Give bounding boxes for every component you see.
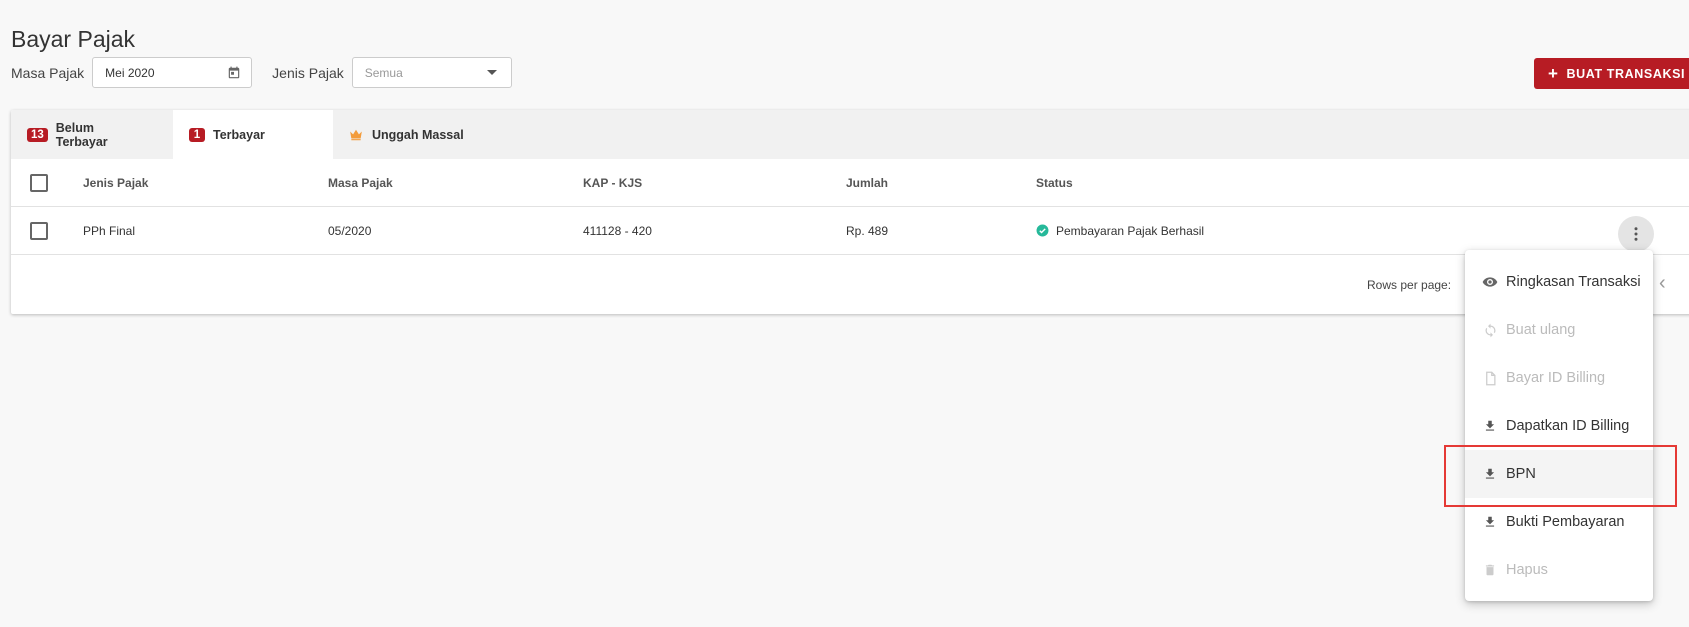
menu-item-label: Bukti Pembayaran (1506, 514, 1625, 530)
header-jenis-pajak[interactable]: Jenis Pajak (83, 176, 148, 190)
eye-icon (1482, 274, 1498, 290)
select-all-checkbox[interactable] (30, 173, 48, 192)
jenis-pajak-select[interactable]: Semua (351, 57, 512, 88)
cell-masa-pajak: 05/2020 (328, 223, 372, 238)
tab-terbayar[interactable]: 1 Terbayar (173, 110, 333, 159)
tab-label: Unggah Massal (372, 127, 464, 142)
header-jumlah[interactable]: Jumlah (846, 176, 888, 190)
page-title: Bayar Pajak (11, 26, 136, 52)
row-actions-button[interactable] (1618, 216, 1654, 252)
chevron-down-icon (486, 70, 497, 75)
menu-item-label: BPN (1506, 466, 1536, 482)
table-row[interactable]: PPh Final 05/2020 411128 - 420 Rp. 489 P… (11, 207, 1689, 255)
tab-belum-terbayar[interactable]: 13 Belum Terbayar (11, 110, 173, 159)
masa-pajak-value: Mei 2020 (105, 65, 155, 80)
menu-item-bayar-id-billing[interactable]: Bayar ID Billing (1465, 354, 1653, 402)
table-footer: Rows per page: ‹ (11, 255, 1689, 312)
transactions-card: 13 Belum Terbayar 1 Terbayar Unggah Mass… (11, 110, 1689, 314)
cell-jumlah: Rp. 489 (846, 223, 889, 238)
menu-item-label: Bayar ID Billing (1506, 370, 1606, 386)
cell-jenis-pajak: PPh Final (83, 223, 136, 238)
menu-item-label: Hapus (1506, 562, 1548, 578)
menu-item-bukti-pembayaran[interactable]: Bukti Pembayaran (1465, 498, 1653, 546)
header-kap-kjs[interactable]: KAP - KJS (583, 176, 642, 190)
filter-bar: Masa Pajak Mei 2020 Jenis Pajak Semua (11, 57, 512, 88)
tab-label: Belum Terbayar (55, 120, 108, 149)
menu-item-bpn[interactable]: BPN (1465, 450, 1653, 498)
menu-item-label: Ringkasan Transaksi (1506, 274, 1641, 290)
row-actions-menu: Ringkasan Transaksi Buat ulang Bayar ID … (1465, 250, 1653, 601)
header-masa-pajak[interactable]: Masa Pajak (328, 176, 393, 190)
tab-badge: 1 (189, 127, 205, 142)
tab-label: Terbayar (213, 127, 265, 142)
menu-item-ringkasan-transaksi[interactable]: Ringkasan Transaksi (1465, 258, 1653, 306)
more-vertical-icon (1634, 227, 1638, 241)
create-transaction-label: BUAT TRANSAKSI BARU (1566, 66, 1689, 81)
table-header: Jenis Pajak Masa Pajak KAP - KJS Jumlah … (11, 159, 1689, 207)
check-circle-icon (1036, 224, 1049, 237)
menu-item-hapus[interactable]: Hapus (1465, 546, 1653, 594)
chevron-left-icon[interactable]: ‹ (1659, 272, 1666, 295)
menu-item-label: Dapatkan ID Billing (1506, 418, 1630, 434)
header-status[interactable]: Status (1036, 176, 1073, 190)
calendar-icon[interactable] (227, 66, 241, 80)
cell-kap-kjs: 411128 - 420 (583, 223, 652, 238)
file-icon (1482, 370, 1498, 386)
tab-bar: 13 Belum Terbayar 1 Terbayar Unggah Mass… (11, 110, 1689, 159)
create-transaction-button[interactable]: + BUAT TRANSAKSI BARU (1534, 58, 1689, 89)
menu-item-dapatkan-id-billing[interactable]: Dapatkan ID Billing (1465, 402, 1653, 450)
plus-icon: + (1548, 63, 1559, 83)
tab-unggah-massal[interactable]: Unggah Massal (333, 110, 488, 159)
masa-pajak-date-input[interactable]: Mei 2020 (92, 57, 253, 88)
row-checkbox[interactable] (30, 221, 48, 240)
crown-icon (349, 129, 363, 141)
jenis-pajak-label: Jenis Pajak (272, 64, 344, 81)
status-text: Pembayaran Pajak Berhasil (1056, 223, 1205, 238)
menu-item-label: Buat ulang (1506, 322, 1576, 338)
cell-status: Pembayaran Pajak Berhasil (1036, 224, 1204, 238)
tab-badge: 13 (27, 127, 48, 142)
rows-per-page-label: Rows per page: (1367, 278, 1452, 292)
menu-item-buat-ulang[interactable]: Buat ulang (1465, 306, 1653, 354)
download-icon (1482, 466, 1498, 482)
trash-icon (1482, 562, 1498, 578)
download-icon (1482, 418, 1498, 434)
jenis-pajak-value: Semua (364, 65, 403, 80)
download-icon (1482, 514, 1498, 530)
masa-pajak-label: Masa Pajak (11, 64, 85, 81)
refresh-icon (1482, 322, 1498, 338)
